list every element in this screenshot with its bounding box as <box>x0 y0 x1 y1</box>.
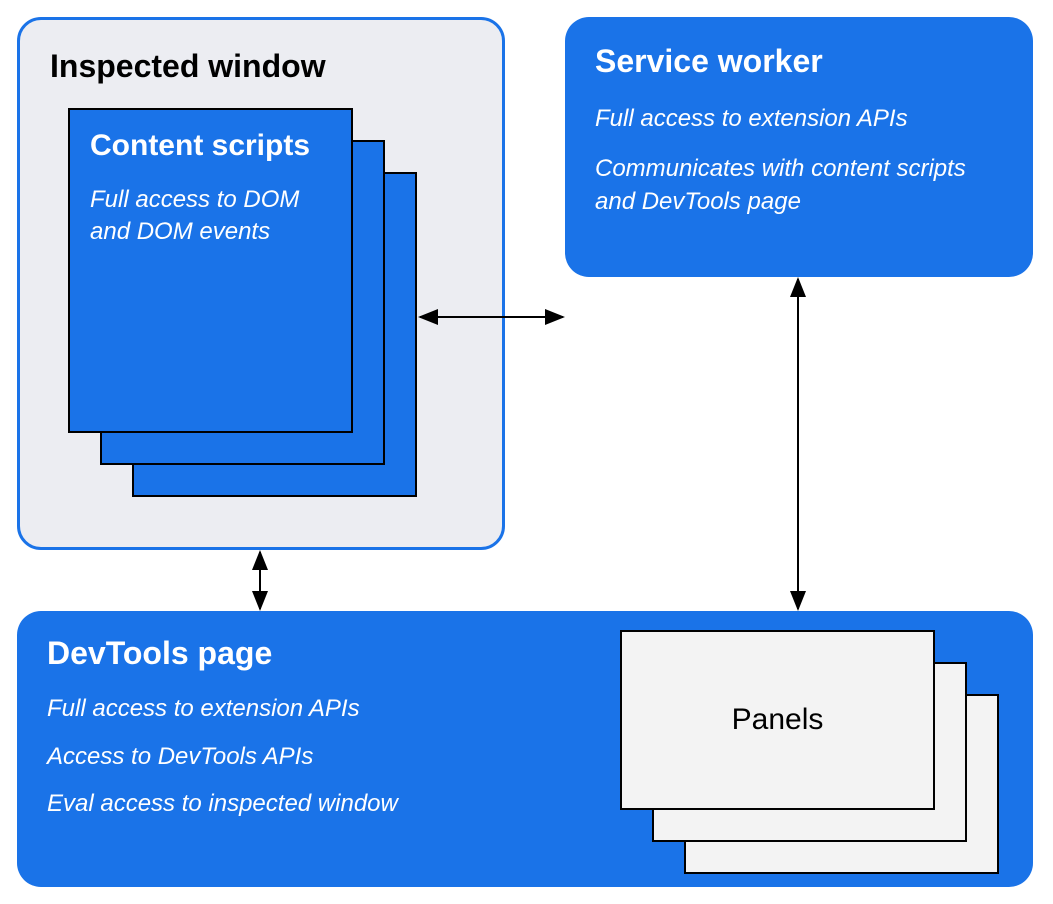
content-scripts-stack: Content scripts Full access to DOM and D… <box>68 108 418 503</box>
service-worker-desc-1: Full access to extension APIs <box>595 102 1003 136</box>
service-worker-desc-2: Communicates with content scripts and De… <box>595 152 1003 219</box>
content-scripts-card-front: Content scripts Full access to DOM and D… <box>68 108 353 433</box>
service-worker-box: Service worker Full access to extension … <box>565 17 1033 277</box>
panels-label: Panels <box>732 703 824 737</box>
content-scripts-desc: Full access to DOM and DOM events <box>90 184 331 249</box>
service-worker-title: Service worker <box>595 43 1003 80</box>
content-scripts-title: Content scripts <box>90 128 331 164</box>
panels-stack: Panels <box>620 630 1020 890</box>
panel-card-front: Panels <box>620 630 935 810</box>
inspected-window-title: Inspected window <box>50 48 472 85</box>
